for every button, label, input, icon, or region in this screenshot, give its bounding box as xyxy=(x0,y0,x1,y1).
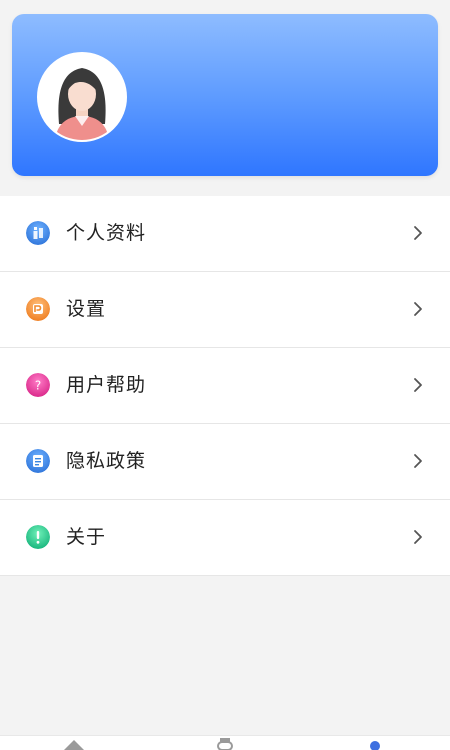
menu-item-about[interactable]: 关于 xyxy=(0,500,450,576)
chevron-right-icon xyxy=(414,226,422,240)
menu-item-settings[interactable]: 设置 xyxy=(0,272,450,348)
chevron-right-icon xyxy=(414,378,422,392)
about-icon xyxy=(26,525,50,549)
menu-item-label: 隐私政策 xyxy=(66,450,147,472)
menu-item-label: 关于 xyxy=(66,526,107,548)
chevron-right-icon xyxy=(414,454,422,468)
chevron-right-icon xyxy=(414,302,422,316)
user-icon[interactable] xyxy=(368,738,382,750)
watch-icon[interactable] xyxy=(216,738,234,750)
help-icon: ? xyxy=(26,373,50,397)
settings-icon xyxy=(26,297,50,321)
home-icon[interactable] xyxy=(62,738,86,750)
avatar[interactable] xyxy=(37,52,127,142)
menu-item-profile[interactable]: 个人资料 xyxy=(0,196,450,272)
settings-menu: 个人资料 设置 ? 用户帮助 隐私政策 关于 xyxy=(0,196,450,576)
menu-item-label: 设置 xyxy=(66,298,107,320)
bottom-tab-bar xyxy=(0,735,450,750)
menu-item-help[interactable]: ? 用户帮助 xyxy=(0,348,450,424)
menu-item-label: 用户帮助 xyxy=(66,374,147,396)
profile-card xyxy=(12,14,438,176)
privacy-icon xyxy=(26,449,50,473)
avatar-girl-icon xyxy=(39,54,125,140)
chevron-right-icon xyxy=(414,530,422,544)
menu-item-privacy[interactable]: 隐私政策 xyxy=(0,424,450,500)
profile-icon xyxy=(26,221,50,245)
menu-item-label: 个人资料 xyxy=(66,222,147,244)
svg-text:?: ? xyxy=(35,379,41,393)
